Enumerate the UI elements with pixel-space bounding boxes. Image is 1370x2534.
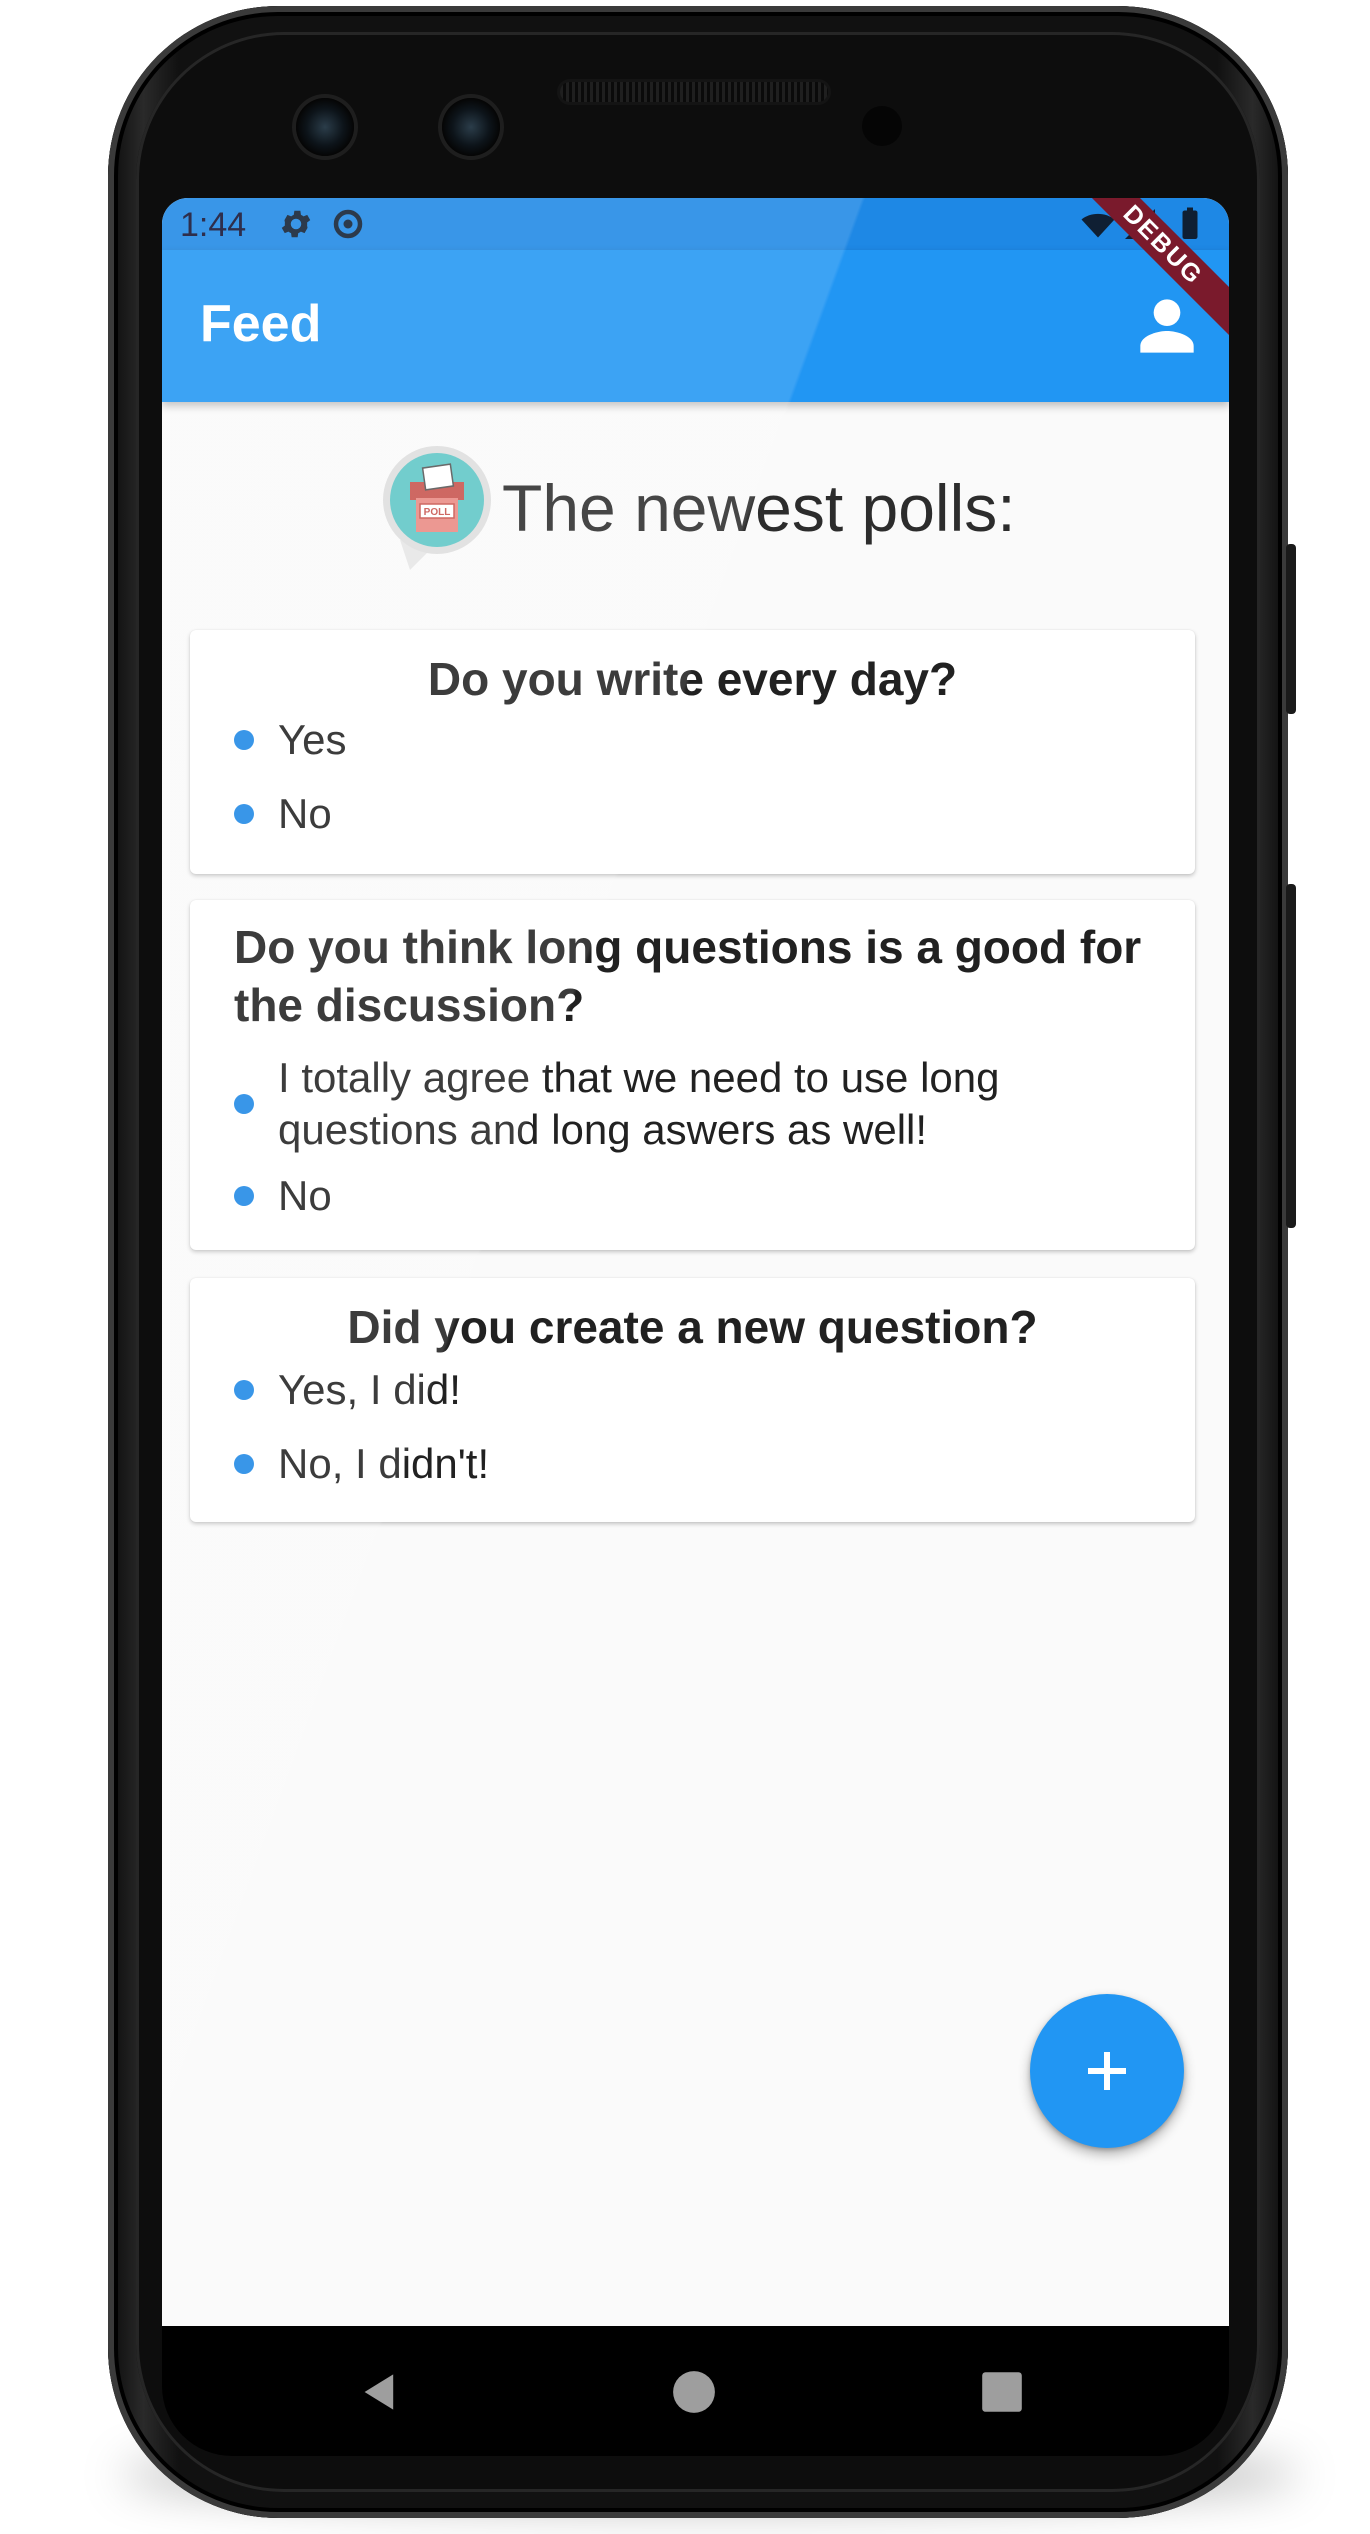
poll-option[interactable]: No, I didn't! bbox=[234, 1438, 1165, 1490]
poll-option[interactable]: No bbox=[234, 788, 1165, 840]
poll-option-label: No bbox=[278, 1172, 332, 1219]
back-icon[interactable] bbox=[358, 2370, 402, 2414]
page-title: The newest polls: bbox=[502, 471, 1016, 545]
settings-icon bbox=[281, 210, 311, 238]
app-bar: Feed bbox=[162, 250, 1229, 402]
poll-card[interactable]: Did you create a new question? Yes, I di… bbox=[190, 1278, 1195, 1522]
add-poll-button[interactable] bbox=[1030, 1994, 1184, 2148]
proximity-sensor bbox=[862, 106, 902, 146]
poll-question: Do you think long questions is a good fo… bbox=[234, 921, 1142, 1031]
recents-icon[interactable] bbox=[980, 2370, 1024, 2414]
poll-option[interactable]: I totally agree that we need to use long… bbox=[234, 1052, 1165, 1156]
poll-logo-text: POLL bbox=[424, 507, 451, 518]
app-title: Feed bbox=[200, 295, 322, 353]
bullet-dot-icon bbox=[234, 1380, 254, 1400]
bullet-dot-icon bbox=[234, 730, 254, 750]
home-icon[interactable] bbox=[672, 2370, 716, 2414]
app-screen: 1:44 Feed DEBUG POLL The newest polls: D… bbox=[162, 198, 1229, 2326]
poll-option-label: Yes, I did! bbox=[278, 1366, 461, 1413]
poll-card[interactable]: Do you write every day? Yes No bbox=[190, 630, 1195, 874]
poll-card[interactable]: Do you think long questions is a good fo… bbox=[190, 900, 1195, 1250]
earpiece-speaker bbox=[560, 82, 828, 102]
bullet-dot-icon bbox=[234, 804, 254, 824]
poll-option-label: No, I didn't! bbox=[278, 1440, 490, 1487]
bullet-dot-icon bbox=[234, 1094, 254, 1114]
poll-question: Do you write every day? bbox=[427, 653, 958, 705]
page-header: POLL The newest polls: bbox=[162, 442, 1229, 572]
status-time: 1:44 bbox=[180, 206, 247, 244]
bullet-dot-icon bbox=[234, 1186, 254, 1206]
poll-option-label: I totally agree that we need to use long… bbox=[278, 1054, 1000, 1153]
poll-question: Did you create a new question? bbox=[347, 1301, 1038, 1353]
plus-icon bbox=[1088, 2052, 1126, 2090]
system-nav-bar bbox=[162, 2326, 1229, 2456]
bullet-dot-icon bbox=[234, 1454, 254, 1474]
front-camera-right bbox=[442, 98, 500, 156]
status-bar: 1:44 bbox=[162, 198, 1229, 250]
poll-option-label: Yes bbox=[278, 716, 347, 763]
power-button bbox=[1286, 544, 1296, 714]
poll-logo-icon: POLL bbox=[383, 446, 491, 570]
poll-option-label: No bbox=[278, 790, 332, 837]
poll-option[interactable]: Yes bbox=[234, 714, 1165, 766]
front-camera-left bbox=[296, 98, 354, 156]
volume-button bbox=[1286, 884, 1296, 1228]
sync-icon bbox=[333, 209, 363, 239]
poll-option[interactable]: No bbox=[234, 1170, 1165, 1222]
poll-option[interactable]: Yes, I did! bbox=[234, 1364, 1165, 1416]
